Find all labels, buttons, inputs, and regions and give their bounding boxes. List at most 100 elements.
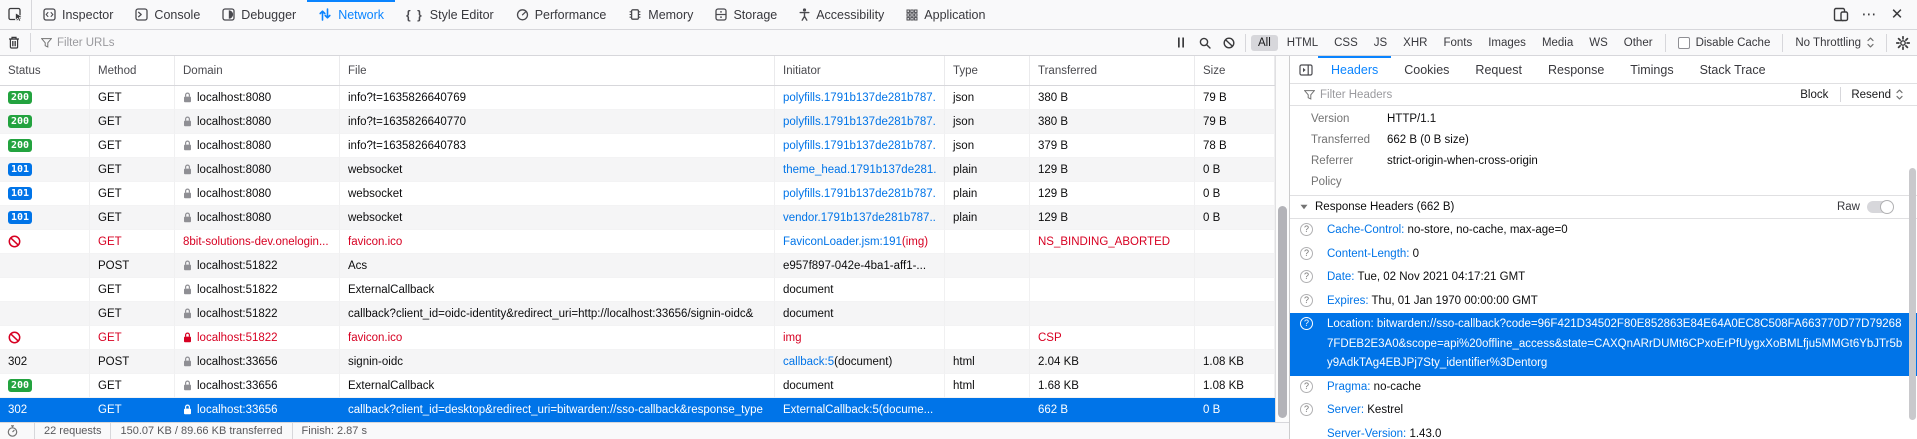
tab-storage[interactable]: Storage [704,0,788,29]
header-value: Tue, 02 Nov 2021 04:17:21 GMT [1357,271,1525,283]
header-item-content-length[interactable]: ?Content-Length: 0 [1290,243,1917,267]
details-scrollbar-thumb[interactable] [1909,168,1916,420]
help-icon[interactable]: ? [1300,223,1313,236]
tab-application[interactable]: Application [895,0,996,29]
table-row[interactable]: GETlocalhost:51822favicon.icoimgCSP [0,326,1275,350]
header-item-server-version[interactable]: Server-Version: 1.43.0 [1290,423,1917,439]
column-header-method[interactable]: Method [90,56,175,85]
tab-style-editor[interactable]: { }Style Editor [395,0,505,29]
initiator-link[interactable]: polyfills.1791b137de281b787... [783,140,936,152]
column-header-size[interactable]: Size [1195,56,1275,85]
initiator-link[interactable]: vendor.1791b137de281b787... [783,212,936,224]
pause-traffic-button[interactable] [1169,31,1193,55]
detail-tab-cookies[interactable]: Cookies [1391,56,1462,83]
table-row[interactable]: 302POSTlocalhost:33656signin-oidccallbac… [0,350,1275,374]
type-filter-all[interactable]: All [1251,35,1278,51]
table-row[interactable]: 200GETlocalhost:33656ExternalCallbackdoc… [0,374,1275,398]
filter-headers-input[interactable] [1320,89,1792,101]
initiator-link[interactable]: polyfills.1791b137de281b787... [783,116,936,128]
throttling-select[interactable]: No Throttling [1795,37,1874,49]
tab-debugger[interactable]: Debugger [211,0,307,29]
node-picker-button[interactable] [0,0,32,29]
header-item-server[interactable]: ?Server: Kestrel [1290,399,1917,423]
column-header-type[interactable]: Type [945,56,1030,85]
transferred-value: 129 B [1038,212,1068,224]
header-item-date[interactable]: ?Date: Tue, 02 Nov 2021 04:17:21 GMT [1290,266,1917,290]
detail-tab-stack-trace[interactable]: Stack Trace [1687,56,1779,83]
detail-tab-headers[interactable]: Headers [1318,56,1391,83]
table-scrollbar[interactable] [1275,56,1289,422]
tab-console[interactable]: Console [124,0,211,29]
help-icon[interactable]: ? [1300,380,1313,393]
help-icon[interactable]: ? [1300,403,1313,416]
initiator-link[interactable]: theme_head.1791b137de281... [783,164,936,176]
table-row[interactable]: 101GETlocalhost:8080websockettheme_head.… [0,158,1275,182]
tab-inspector[interactable]: Inspector [32,0,124,29]
response-headers-section-header[interactable]: Response Headers (662 B) Raw [1290,195,1917,219]
table-row[interactable]: POSTlocalhost:51822Acse957f897-042e-4ba1… [0,254,1275,278]
column-header-transferred[interactable]: Transferred [1030,56,1195,85]
disable-cache-toggle[interactable]: Disable Cache [1678,37,1771,49]
table-row[interactable]: GETlocalhost:51822callback?client_id=oid… [0,302,1275,326]
domain-text: localhost:33656 [197,356,278,368]
header-item-pragma[interactable]: ?Pragma: no-cache [1290,376,1917,400]
detail-tab-timings[interactable]: Timings [1617,56,1686,83]
table-row[interactable]: 200GETlocalhost:8080info?t=1635826640770… [0,110,1275,134]
tab-network[interactable]: Network [307,0,395,29]
type-filter-images[interactable]: Images [1481,35,1533,51]
table-row[interactable]: GET8bit-solutions-dev.onelogin...favicon… [0,230,1275,254]
table-row[interactable]: 101GETlocalhost:8080websocketpolyfills.1… [0,182,1275,206]
type-filter-css[interactable]: CSS [1327,35,1365,51]
tab-performance[interactable]: Performance [505,0,618,29]
header-item-expires[interactable]: ?Expires: Thu, 01 Jan 1970 00:00:00 GMT [1290,290,1917,314]
tab-memory[interactable]: Memory [617,0,704,29]
tab-label: Network [338,8,384,22]
initiator-link[interactable]: FaviconLoader.jsm:191 [783,236,902,248]
help-icon[interactable]: ? [1300,294,1313,307]
type-filter-js[interactable]: JS [1367,35,1394,51]
collapse-details-button[interactable] [1294,58,1318,82]
type-filter-media[interactable]: Media [1535,35,1580,51]
close-devtools-button[interactable]: ✕ [1885,3,1909,27]
column-header-domain[interactable]: Domain [175,56,340,85]
help-icon[interactable]: ? [1300,270,1313,283]
resend-select[interactable]: Resend [1845,89,1909,101]
clear-requests-button[interactable] [2,31,26,55]
disable-cache-checkbox[interactable] [1678,37,1690,49]
network-settings-button[interactable] [1891,31,1915,55]
detail-tab-response[interactable]: Response [1535,56,1617,83]
initiator-link[interactable]: polyfills.1791b137de281b787... [783,92,936,104]
help-icon[interactable]: ? [1300,317,1313,330]
filter-urls-input[interactable] [57,37,1169,49]
table-row[interactable]: 200GETlocalhost:8080info?t=1635826640769… [0,86,1275,110]
type-filter-html[interactable]: HTML [1280,35,1325,51]
type-filter-other[interactable]: Other [1617,35,1660,51]
responsive-mode-button[interactable] [1829,3,1853,27]
table-row[interactable]: GETlocalhost:51822ExternalCallbackdocume… [0,278,1275,302]
initiator-link[interactable]: ExternalCallback:5 [783,404,879,416]
meatball-menu-button[interactable]: ⋯ [1857,3,1881,27]
column-header-file[interactable]: File [340,56,775,85]
request-blocking-button[interactable] [1217,31,1241,55]
search-button[interactable] [1193,31,1217,55]
help-icon[interactable]: ? [1300,247,1313,260]
raw-toggle[interactable] [1867,201,1893,213]
status-badge: 200 [8,139,32,152]
scrollbar-thumb[interactable] [1278,206,1287,418]
table-row[interactable]: 200GETlocalhost:8080info?t=1635826640783… [0,134,1275,158]
table-row[interactable]: 302GETlocalhost:33656callback?client_id=… [0,398,1275,422]
type-filter-fonts[interactable]: Fonts [1436,35,1479,51]
column-header-initiator[interactable]: Initiator [775,56,945,85]
stopwatch-icon[interactable] [7,425,18,437]
table-row[interactable]: 101GETlocalhost:8080websocketvendor.1791… [0,206,1275,230]
header-item-location[interactable]: ?Location: bitwarden://sso-callback?code… [1290,313,1917,376]
block-url-button[interactable]: Block [1792,89,1836,101]
type-filter-xhr[interactable]: XHR [1396,35,1434,51]
tab-accessibility[interactable]: Accessibility [788,0,895,29]
column-header-status[interactable]: Status [0,56,90,85]
initiator-link[interactable]: callback:5 [783,356,834,368]
initiator-link[interactable]: polyfills.1791b137de281b787... [783,188,936,200]
detail-tab-request[interactable]: Request [1462,56,1535,83]
header-item-cache-control[interactable]: ?Cache-Control: no-store, no-cache, max-… [1290,219,1917,243]
type-filter-ws[interactable]: WS [1582,35,1615,51]
